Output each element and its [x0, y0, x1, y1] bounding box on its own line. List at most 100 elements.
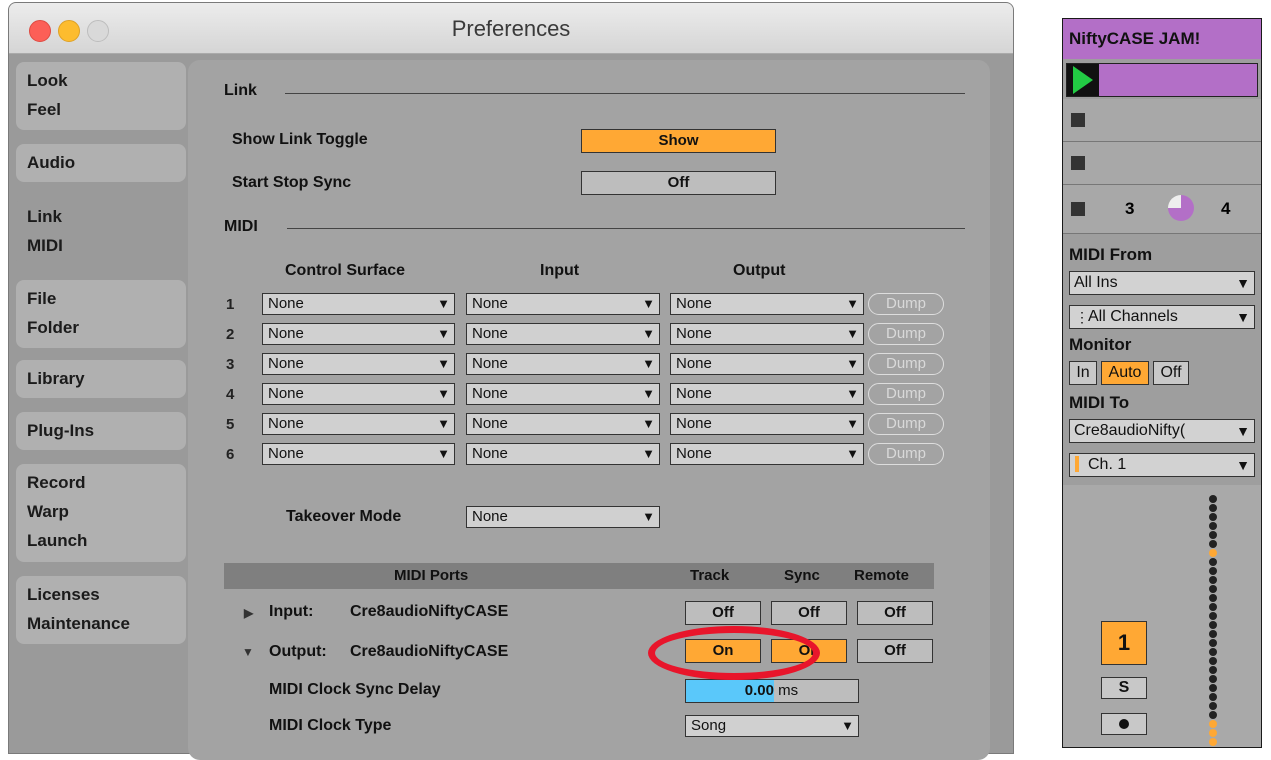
nav-plug-ins[interactable]: Plug-Ins	[16, 412, 186, 450]
midi-channel-select[interactable]: ⋮ All Channels ▼	[1069, 305, 1255, 329]
meter-segment	[1209, 531, 1217, 539]
meter-segment	[1209, 621, 1217, 629]
output-header: Output	[733, 262, 786, 279]
midi-input-select[interactable]: None ▼	[466, 443, 660, 465]
select-value: None	[676, 385, 712, 402]
select-value: All Channels	[1088, 308, 1178, 325]
midi-row-number: 2	[226, 326, 235, 343]
remote-column-header: Remote	[854, 567, 910, 584]
record-arm-icon	[1119, 719, 1129, 729]
dump-button[interactable]: Dump	[868, 443, 944, 465]
midi-from-select[interactable]: All Ins ▼	[1069, 271, 1255, 295]
midi-output-select[interactable]: None ▼	[670, 293, 864, 315]
midi-from-label: MIDI From	[1069, 245, 1153, 264]
meter-segment	[1209, 702, 1217, 710]
input-track-button[interactable]: Off	[685, 601, 761, 625]
solo-button[interactable]: S	[1101, 677, 1147, 699]
select-value: None	[472, 508, 508, 525]
expand-triangle-icon[interactable]: ▶	[244, 606, 253, 620]
input-remote-button[interactable]: Off	[857, 601, 933, 625]
midi-output-select[interactable]: None ▼	[670, 383, 864, 405]
select-value: None	[268, 445, 304, 462]
select-value: None	[472, 355, 508, 372]
meter-segment	[1209, 567, 1217, 575]
control-surface-select[interactable]: None ▼	[262, 323, 455, 345]
dump-button[interactable]: Dump	[868, 413, 944, 435]
midi-output-select[interactable]: None ▼	[670, 353, 864, 375]
section-divider	[285, 93, 965, 94]
clip-slot[interactable]	[1063, 99, 1261, 142]
monitor-auto-button[interactable]: Auto	[1101, 361, 1149, 385]
nav-label: Library	[27, 369, 85, 388]
stop-icon[interactable]	[1071, 202, 1085, 216]
stop-icon	[1071, 113, 1085, 127]
midi-to-channel-select[interactable]: Ch. 1 ▼	[1069, 453, 1255, 477]
nav-file-folder[interactable]: File Folder	[16, 280, 186, 348]
takeover-mode-select[interactable]: None ▼	[466, 506, 660, 528]
select-value: None	[472, 295, 508, 312]
midi-input-select[interactable]: None ▼	[466, 293, 660, 315]
midi-input-select[interactable]: None ▼	[466, 383, 660, 405]
select-value: None	[472, 325, 508, 342]
clip-launch-button[interactable]	[1067, 64, 1099, 96]
control-surface-select[interactable]: None ▼	[262, 353, 455, 375]
control-surface-select[interactable]: None ▼	[262, 293, 455, 315]
select-value: Song	[691, 717, 727, 734]
clip-slot[interactable]	[1063, 142, 1261, 185]
track-name[interactable]: NiftyCASE JAM!	[1063, 19, 1261, 59]
show-link-toggle-button[interactable]: Show	[581, 129, 776, 153]
dump-button[interactable]: Dump	[868, 293, 944, 315]
channel-icon	[1075, 456, 1079, 472]
meter-segment	[1209, 675, 1217, 683]
dump-button[interactable]: Dump	[868, 323, 944, 345]
midi-ports-title: MIDI Ports	[394, 567, 469, 584]
start-stop-sync-button[interactable]: Off	[581, 171, 776, 195]
midi-output-select[interactable]: None ▼	[670, 443, 864, 465]
control-surface-select[interactable]: None ▼	[262, 443, 455, 465]
clock-type-select[interactable]: Song ▼	[685, 715, 859, 737]
midi-input-select[interactable]: None ▼	[466, 323, 660, 345]
select-value: None	[472, 445, 508, 462]
meter-segment	[1209, 729, 1217, 737]
output-remote-button[interactable]: Off	[857, 639, 933, 663]
monitor-in-button[interactable]: In	[1069, 361, 1097, 385]
dump-button[interactable]: Dump	[868, 383, 944, 405]
nav-look-feel[interactable]: Look Feel	[16, 62, 186, 130]
show-link-toggle-label: Show Link Toggle	[232, 131, 368, 148]
track-activator-button[interactable]: 1	[1101, 621, 1147, 665]
midi-to-select[interactable]: Cre8audioNifty(▼	[1069, 419, 1255, 443]
midi-output-select[interactable]: None ▼	[670, 323, 864, 345]
midi-output-select[interactable]: None ▼	[670, 413, 864, 435]
nav-record-warp-launch[interactable]: Record Warp Launch	[16, 464, 186, 562]
monitor-label: Monitor	[1069, 335, 1132, 354]
control-surface-select[interactable]: None ▼	[262, 413, 455, 435]
dropdown-arrow-icon: ▼	[846, 356, 859, 371]
meter-segment	[1209, 648, 1217, 656]
dropdown-arrow-icon: ▼	[437, 446, 450, 461]
output-sync-button[interactable]: On	[771, 639, 847, 663]
nav-licenses-maintenance[interactable]: Licenses Maintenance	[16, 576, 186, 644]
collapse-triangle-icon[interactable]: ▼	[242, 645, 254, 659]
midi-input-select[interactable]: None ▼	[466, 353, 660, 375]
dump-button[interactable]: Dump	[868, 353, 944, 375]
midi-input-select[interactable]: None ▼	[466, 413, 660, 435]
dropdown-arrow-icon: ▼	[1236, 309, 1250, 325]
nav-label: Maintenance	[27, 614, 130, 633]
input-sync-button[interactable]: Off	[771, 601, 847, 625]
dropdown-arrow-icon: ▼	[1236, 423, 1250, 439]
nav-link-midi[interactable]: Link MIDI	[16, 198, 212, 266]
clip-slot-playing[interactable]	[1066, 63, 1258, 97]
nav-library[interactable]: Library	[16, 360, 186, 398]
monitor-off-button[interactable]: Off	[1153, 361, 1189, 385]
arm-button[interactable]	[1101, 713, 1147, 735]
select-value: None	[676, 445, 712, 462]
control-surface-select[interactable]: None ▼	[262, 383, 455, 405]
nav-audio[interactable]: Audio	[16, 144, 186, 182]
nav-label: File	[27, 289, 57, 308]
window-title: Preferences	[451, 16, 571, 41]
nav-label: Warp	[27, 502, 69, 521]
dropdown-arrow-icon: ▼	[437, 296, 450, 311]
nav-label: Feel	[27, 100, 62, 119]
clock-sync-delay-field[interactable]: 0.00 ms	[685, 679, 859, 703]
output-track-button[interactable]: On	[685, 639, 761, 663]
